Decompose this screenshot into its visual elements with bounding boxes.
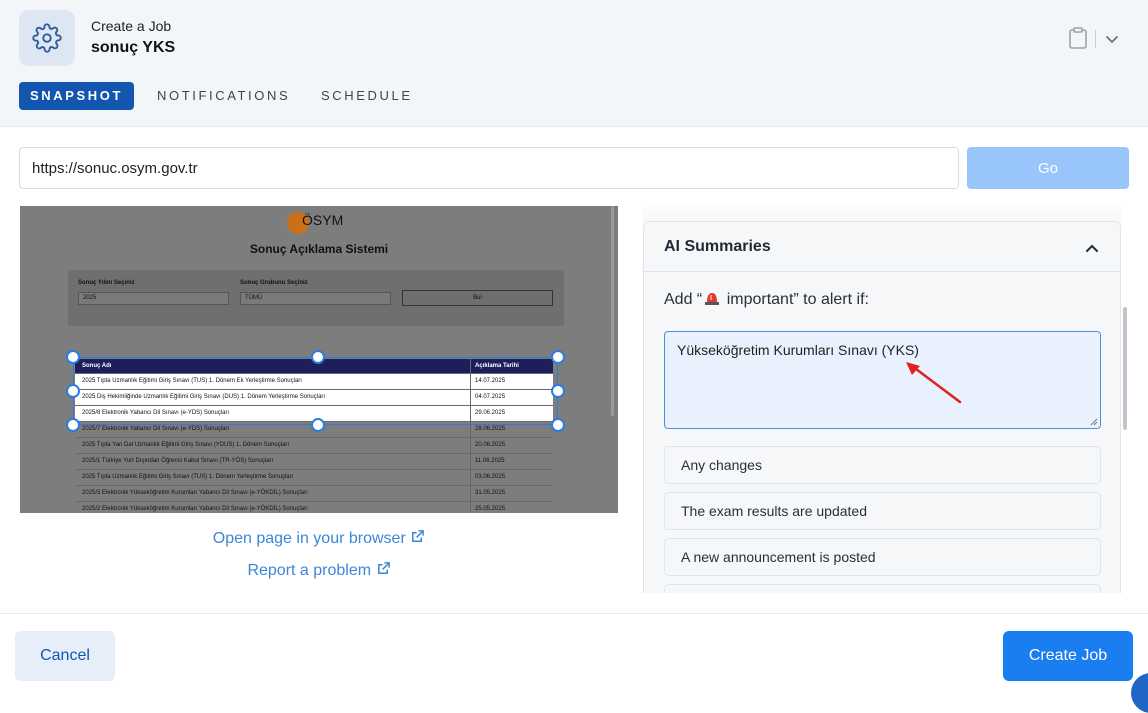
siren-icon	[704, 291, 720, 305]
resize-handle-bottom-right[interactable]	[551, 418, 565, 432]
page-snapshot[interactable]: ÖSYM Sonuç Açıklama Sistemi Sonuç Yılını…	[20, 206, 618, 513]
option-exam-results-updated[interactable]: The exam results are updated	[664, 492, 1101, 530]
resize-handle-top[interactable]	[311, 350, 325, 364]
header-divider	[1095, 30, 1096, 48]
resize-handle-left[interactable]	[66, 384, 80, 398]
tab-schedule[interactable]: SCHEDULE	[321, 82, 413, 110]
osym-logo-text: ÖSYM	[302, 212, 344, 228]
external-link-icon	[412, 530, 425, 542]
job-settings-icon-tile	[19, 10, 75, 66]
alert-condition-textarea[interactable]: Yükseköğretim Kurumları Sınavı (YKS)	[664, 331, 1101, 429]
annotation-arrow	[906, 362, 962, 404]
go-button[interactable]: Go	[967, 147, 1129, 189]
job-title: sonuç YKS	[91, 39, 176, 56]
dialog-footer	[0, 613, 1148, 695]
table-row: 2025 Tıpta Yan Dal Uzmanlık Eğitimi Giri…	[75, 438, 553, 454]
ai-summaries-panel: AI Summaries Add “ important” to alert i…	[643, 221, 1121, 593]
resize-handle-top-right[interactable]	[551, 350, 565, 364]
option-more[interactable]	[664, 584, 1101, 593]
ai-summaries-title: AI Summaries	[664, 238, 771, 255]
cancel-button[interactable]: Cancel	[15, 631, 115, 681]
option-new-announcement[interactable]: A new announcement is posted	[664, 538, 1101, 576]
group-label: Sonuç Grubunu Seçiniz	[240, 280, 308, 286]
panel-scrollbar[interactable]	[1123, 307, 1127, 430]
table-row: 2025/3 Elektronik Yükseköğretim Kurumlar…	[75, 486, 553, 502]
resize-handle-bottom[interactable]	[311, 418, 325, 432]
option-any-changes[interactable]: Any changes	[664, 446, 1101, 484]
table-row: 2025/2 Elektronik Yükseköğretim Kurumlar…	[75, 502, 553, 513]
snapshot-heading: Sonuç Açıklama Sistemi	[249, 242, 389, 256]
open-in-browser-link[interactable]: Open page in your browser	[20, 529, 618, 548]
chevron-up-icon[interactable]	[1084, 240, 1100, 256]
alert-instruction: Add “ important” to alert if:	[664, 291, 869, 308]
gear-icon	[32, 23, 62, 53]
selection-box[interactable]	[73, 357, 558, 425]
table-row: 2025 Tıpta Uzmanlık Eğitimi Giriş Sınavı…	[75, 470, 553, 486]
dialog-subtitle: Create a Job	[91, 18, 172, 34]
year-label: Sonuç Yılını Seçiniz	[78, 280, 135, 286]
external-link-icon	[377, 562, 390, 574]
chevron-down-icon[interactable]	[1104, 31, 1120, 47]
clipboard-icon[interactable]	[1068, 27, 1088, 49]
tab-snapshot[interactable]: SNAPSHOT	[19, 82, 134, 110]
report-problem-link[interactable]: Report a problem	[20, 561, 618, 580]
table-row: 2025/1 Türkiye Yurt Dışından Öğrenci Kab…	[75, 454, 553, 470]
ai-summaries-header[interactable]: AI Summaries	[644, 222, 1120, 272]
tab-notifications[interactable]: NOTIFICATIONS	[157, 82, 290, 110]
url-input[interactable]	[19, 147, 959, 189]
snapshot-search-button: Bul	[402, 290, 553, 306]
snapshot-scrollbar[interactable]	[611, 206, 614, 416]
create-job-button[interactable]: Create Job	[1003, 631, 1133, 681]
resize-handle-right[interactable]	[551, 384, 565, 398]
year-select: 2025	[78, 292, 229, 305]
resize-handle-bottom-left[interactable]	[66, 418, 80, 432]
textarea-resize-grip[interactable]	[1090, 418, 1098, 426]
header: Create a Job sonuç YKS SNAPSHOT NOTIFICA…	[0, 0, 1148, 127]
group-select: TÜMÜ	[240, 292, 391, 305]
resize-handle-top-left[interactable]	[66, 350, 80, 364]
panel-fade	[643, 200, 1121, 222]
